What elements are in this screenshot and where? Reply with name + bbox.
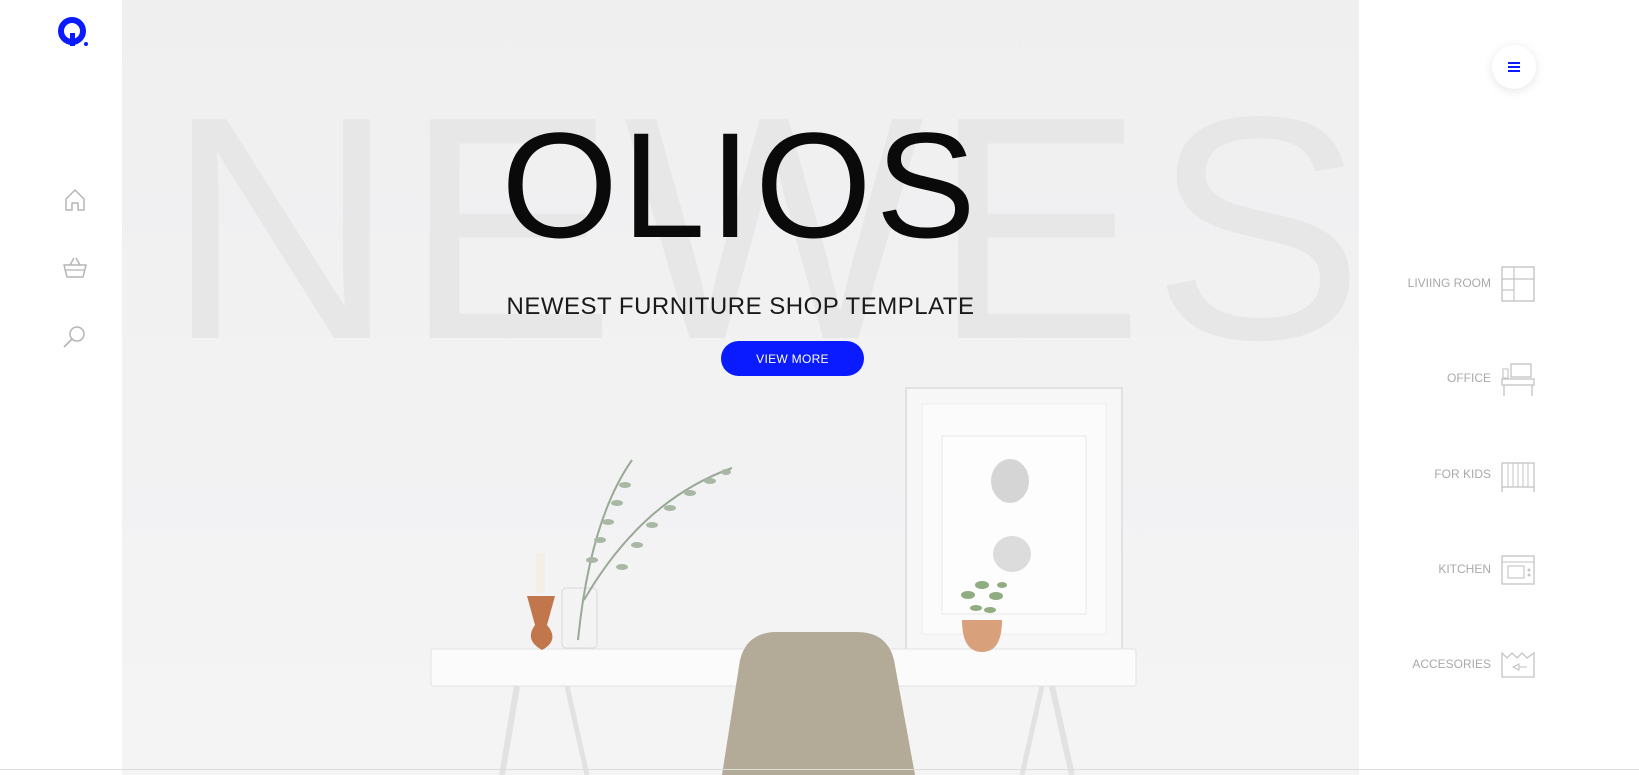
hero-section: NEWEST — [122, 0, 1359, 775]
hero-title: OLIOS — [501, 101, 980, 269]
category-label: FOR KIDS — [1434, 467, 1491, 481]
view-more-button[interactable]: VIEW MORE — [721, 341, 864, 376]
accessory-icon — [1501, 651, 1535, 678]
hero-subtitle: NEWEST FURNITURE SHOP TEMPLATE — [506, 293, 975, 320]
desk-icon — [1501, 363, 1535, 396]
left-sidebar — [0, 0, 122, 775]
category-office[interactable]: OFFICE — [1359, 357, 1537, 401]
category-label: ACCESORIES — [1412, 657, 1491, 671]
right-panel: LIVIING ROOM OFFICE FOR KIDS KITCHEN ACC… — [1359, 0, 1639, 775]
stove-icon — [1501, 555, 1535, 585]
category-for-kids[interactable]: FOR KIDS — [1359, 453, 1537, 497]
category-label: KITCHEN — [1438, 562, 1491, 576]
menu-button[interactable] — [1492, 45, 1536, 89]
search-icon[interactable] — [60, 322, 90, 352]
home-icon[interactable] — [60, 185, 90, 215]
category-accesories[interactable]: ACCESORIES — [1359, 643, 1537, 687]
category-kitchen[interactable]: KITCHEN — [1359, 548, 1537, 592]
category-living-room[interactable]: LIVIING ROOM — [1359, 262, 1537, 306]
logo-icon[interactable] — [57, 16, 91, 50]
basket-icon[interactable] — [60, 253, 90, 283]
shelf-icon — [1501, 266, 1535, 302]
category-label: LIVIING ROOM — [1407, 276, 1491, 290]
crib-icon — [1501, 462, 1535, 492]
bottom-divider — [0, 769, 1639, 770]
hamburger-icon — [1508, 62, 1520, 72]
category-label: OFFICE — [1447, 371, 1491, 385]
